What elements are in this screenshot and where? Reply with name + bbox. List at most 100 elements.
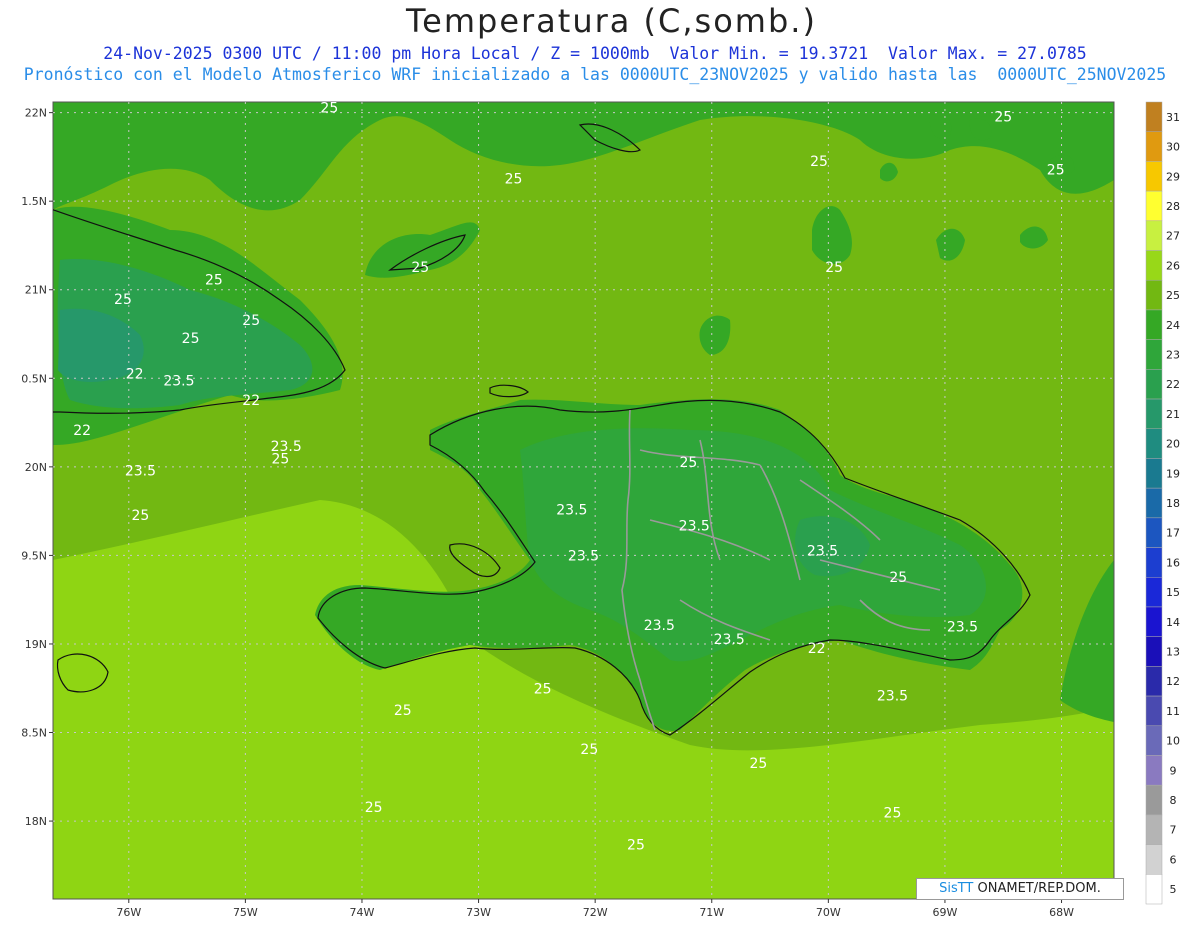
colorbar-label: 27 [1166,230,1180,243]
colorbar-label: 11 [1166,705,1180,718]
colorbar-label: 8 [1170,794,1177,807]
colorbar-label: 5 [1170,883,1177,896]
credit-box: SisTT ONAMET/REP.DOM. [916,878,1124,900]
contour-label: 23.5 [125,464,156,480]
x-tick-label: 69W [933,906,958,919]
colorbar-swatch [1145,339,1163,370]
contour-label: 25 [182,331,200,347]
colorbar-swatch [1145,784,1163,816]
colorbar-label: 13 [1166,646,1180,659]
x-tick-label: 72W [583,906,608,919]
y-tick-label: 21N [25,284,47,297]
y-tick-label: 20N [25,461,47,474]
contour-label: 22 [73,423,91,439]
colorbar-swatch [1145,844,1163,875]
colorbar-swatch [1145,369,1163,400]
contour-label: 23.5 [644,618,675,634]
colorbar-swatch [1145,547,1163,578]
contour-label: 25 [810,154,828,170]
shaded-field [53,102,1114,899]
y-tick-label: 9.5N [21,549,47,562]
colorbar-label: 20 [1166,438,1180,451]
contour-label: 25 [242,313,260,329]
colorbar-label: 29 [1166,170,1180,183]
y-tick-label: 0.5N [21,372,47,385]
contour-label: 25 [889,570,907,586]
colorbar-label: 17 [1166,527,1180,540]
contour-label: 25 [114,292,132,308]
contour-label: 25 [205,272,223,288]
credit-org: ONAMET/REP.DOM. [973,881,1101,896]
colorbar-label: 10 [1166,735,1180,748]
colorbar-label: 26 [1166,259,1180,272]
colorbar-label: 14 [1166,616,1180,629]
colorbar-label: 31 [1166,111,1180,124]
contour-label: 23.5 [568,549,599,565]
contour-label: 23.5 [877,689,908,705]
colorbar-swatch [1145,517,1163,548]
colorbar-swatch [1145,101,1163,132]
colorbar-swatch [1145,250,1163,281]
y-tick-label: 18N [25,815,47,828]
contour-label: 22 [242,393,260,409]
y-tick-label: 22N [25,107,47,120]
colorbar-label: 16 [1166,556,1180,569]
colorbar-label: 21 [1166,408,1180,421]
colorbar-label: 19 [1166,467,1180,480]
colorbar-label: 6 [1170,853,1177,866]
colorbar-swatch [1145,725,1163,756]
x-tick-label: 68W [1049,906,1074,919]
colorbar-swatch [1145,458,1163,489]
colorbar-label: 23 [1166,348,1180,361]
x-tick-label: 74W [350,906,375,919]
contour-label: 22 [126,366,144,382]
colorbar-swatch [1145,190,1163,222]
contour-label: 23.5 [556,503,587,519]
contour-label: 25 [365,800,383,816]
x-tick-label: 70W [816,906,841,919]
colorbar-label: 24 [1166,319,1180,332]
contour-label: 23.5 [271,439,302,455]
contour-label: 25 [505,171,523,187]
contour-label: 23.5 [714,632,745,648]
colorbar-label: 9 [1170,764,1177,777]
y-tick-label: 1.5N [21,195,47,208]
contour-label: 25 [884,806,902,822]
contour-label: 25 [1047,163,1065,179]
temperature-map: 25 25 25 25 25 25 25 25 25 25 25 25 25 25 25 25 25 25 25 25… [21,101,1180,919]
colorbar-swatch [1145,279,1163,311]
x-tick-label: 73W [466,906,491,919]
colorbar-swatch [1145,636,1163,667]
colorbar-swatch [1145,131,1163,162]
contour-label: 25 [320,101,338,117]
colorbar-label: 22 [1166,378,1180,391]
colorbar-label: 15 [1166,586,1180,599]
contour-label: 25 [994,109,1012,125]
colorbar-swatch [1145,577,1163,608]
colorbar-swatch [1145,755,1163,786]
x-tick-label: 76W [116,906,141,919]
colorbar-label: 28 [1166,200,1180,213]
x-tick-label: 71W [699,906,724,919]
contour-label: 25 [680,455,698,471]
colorbar-swatch [1145,487,1163,519]
colorbar-swatch [1145,666,1163,697]
colorbar: 31 30 29 28 27 26 25 24 23 22 21 20 19 18 17 16 15 14 13 12… [1145,101,1180,905]
colorbar-swatch [1145,220,1163,251]
colorbar-swatch [1145,428,1163,459]
contour-label: 25 [132,508,150,524]
contour-label: 23.5 [163,373,194,389]
colorbar-swatch [1145,309,1163,340]
colorbar-swatch [1145,606,1163,637]
colorbar-label: 25 [1166,289,1180,302]
contour-label: 23.5 [679,519,710,535]
colorbar-label: 18 [1166,497,1180,510]
colorbar-label: 7 [1170,824,1177,837]
contour-label: 25 [411,260,429,276]
colorbar-label: 30 [1166,141,1180,154]
y-tick-label: 8.5N [21,727,47,740]
x-tick-label: 75W [233,906,258,919]
contour-label: 22 [808,641,826,657]
credit-brand: SisTT [939,881,974,896]
colorbar-label: 12 [1166,675,1180,688]
